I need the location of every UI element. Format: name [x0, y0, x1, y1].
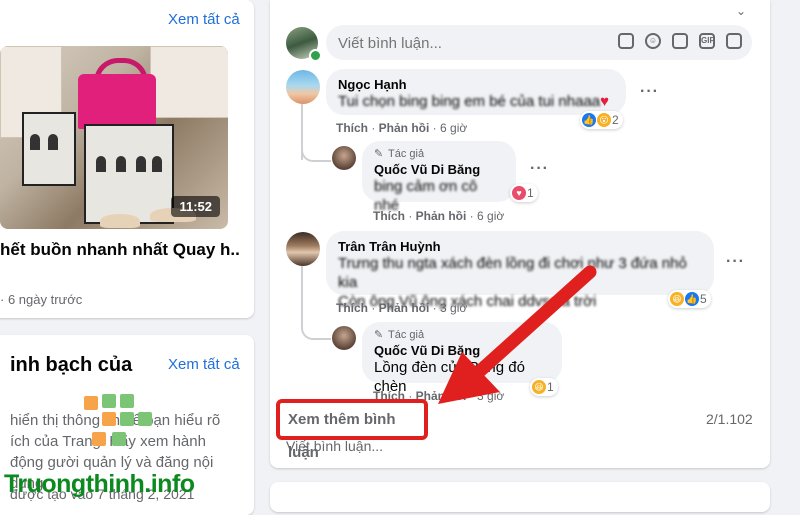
annotation-arrow-icon [438, 265, 597, 404]
